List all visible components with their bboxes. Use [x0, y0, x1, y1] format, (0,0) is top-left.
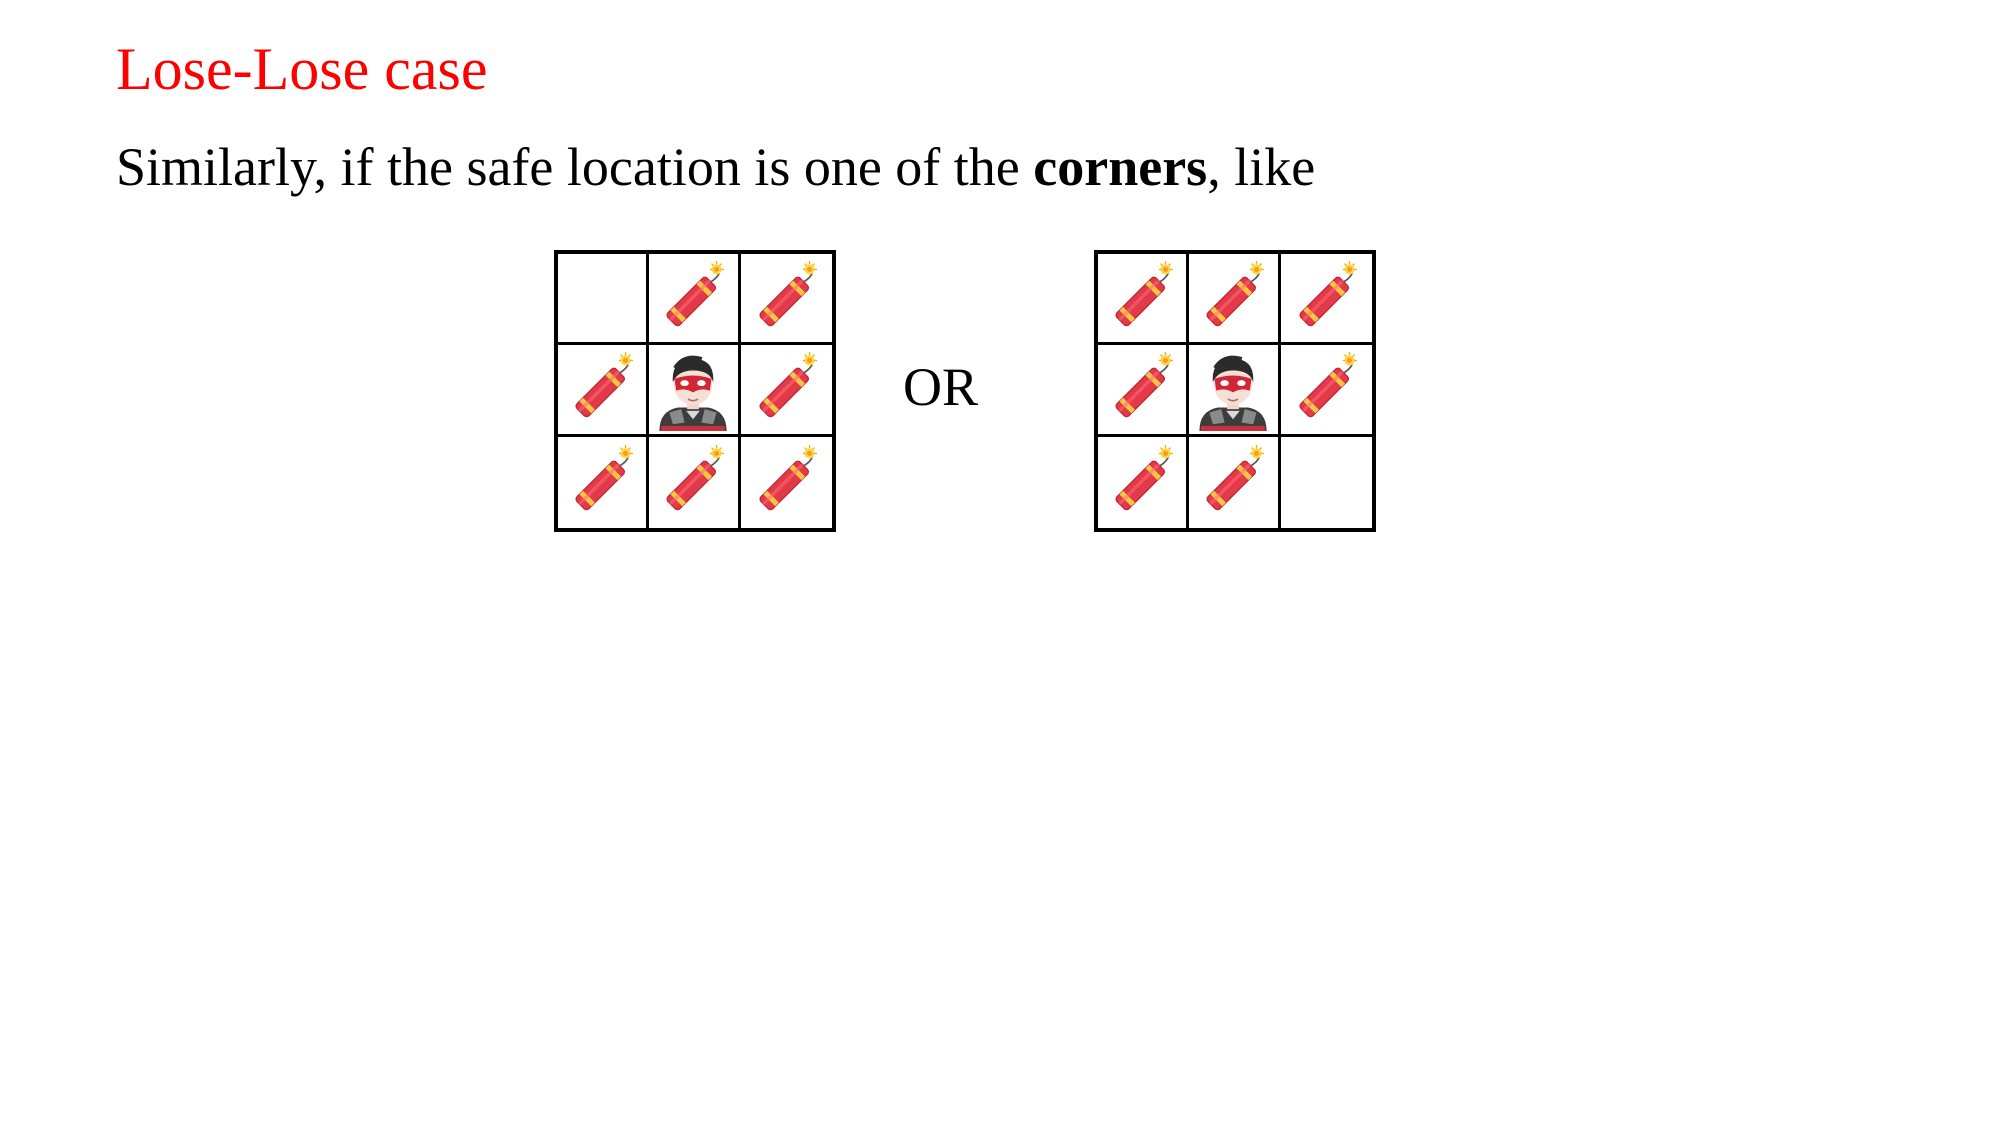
dynamite-icon — [1115, 352, 1174, 418]
grid-cell-dynamite — [1280, 345, 1372, 437]
dynamite-icon — [1115, 261, 1174, 327]
dynamite-icon — [759, 261, 818, 327]
grid-corner-top-left-safe — [554, 250, 836, 532]
subtitle-prefix: Similarly, if the safe location is one o… — [116, 137, 1034, 197]
slide-subtitle: Similarly, if the safe location is one o… — [116, 132, 1315, 202]
subtitle-suffix: , like — [1207, 137, 1316, 197]
dynamite-icon — [666, 445, 725, 511]
grid-cell-dynamite — [558, 345, 650, 437]
dynamite-icon — [575, 352, 634, 418]
grid-cell-dynamite — [740, 345, 832, 437]
grid-cell-dynamite — [649, 436, 741, 528]
dynamite-icon — [1206, 261, 1265, 327]
grid-cell-dynamite — [1098, 436, 1190, 528]
dynamite-icon — [1299, 261, 1358, 327]
grid-cell-dynamite — [558, 436, 650, 528]
grid-cell-dynamite — [1098, 345, 1190, 437]
grid-cell-dynamite — [1098, 254, 1190, 346]
dynamite-icon — [1206, 445, 1265, 511]
grid-corner-bottom-right-safe — [1094, 250, 1376, 532]
masked-hero-icon — [659, 356, 728, 432]
masked-hero-icon — [1199, 356, 1268, 432]
grid-cell-dynamite — [1189, 436, 1281, 528]
dynamite-icon — [666, 261, 725, 327]
grid-cell-dynamite — [740, 254, 832, 346]
grid-cell-dynamite — [741, 437, 832, 528]
grid-cell-safe-empty — [558, 254, 650, 346]
grid-cell-dynamite — [1189, 254, 1281, 346]
grid-cell-safe-empty — [1281, 437, 1372, 528]
dynamite-icon — [759, 352, 818, 418]
grid-cell-hero — [649, 345, 741, 437]
grid-cell-dynamite — [649, 254, 741, 346]
slide-title: Lose-Lose case — [116, 36, 488, 102]
grid-cell-dynamite — [1280, 254, 1372, 346]
dynamite-icon — [1299, 352, 1358, 418]
grid-cell-hero — [1189, 345, 1281, 437]
or-separator: OR — [903, 357, 979, 417]
dynamite-icon — [759, 445, 818, 511]
dynamite-icon — [575, 445, 634, 511]
subtitle-emphasis: corners — [1033, 137, 1208, 197]
dynamite-icon — [1115, 445, 1174, 511]
